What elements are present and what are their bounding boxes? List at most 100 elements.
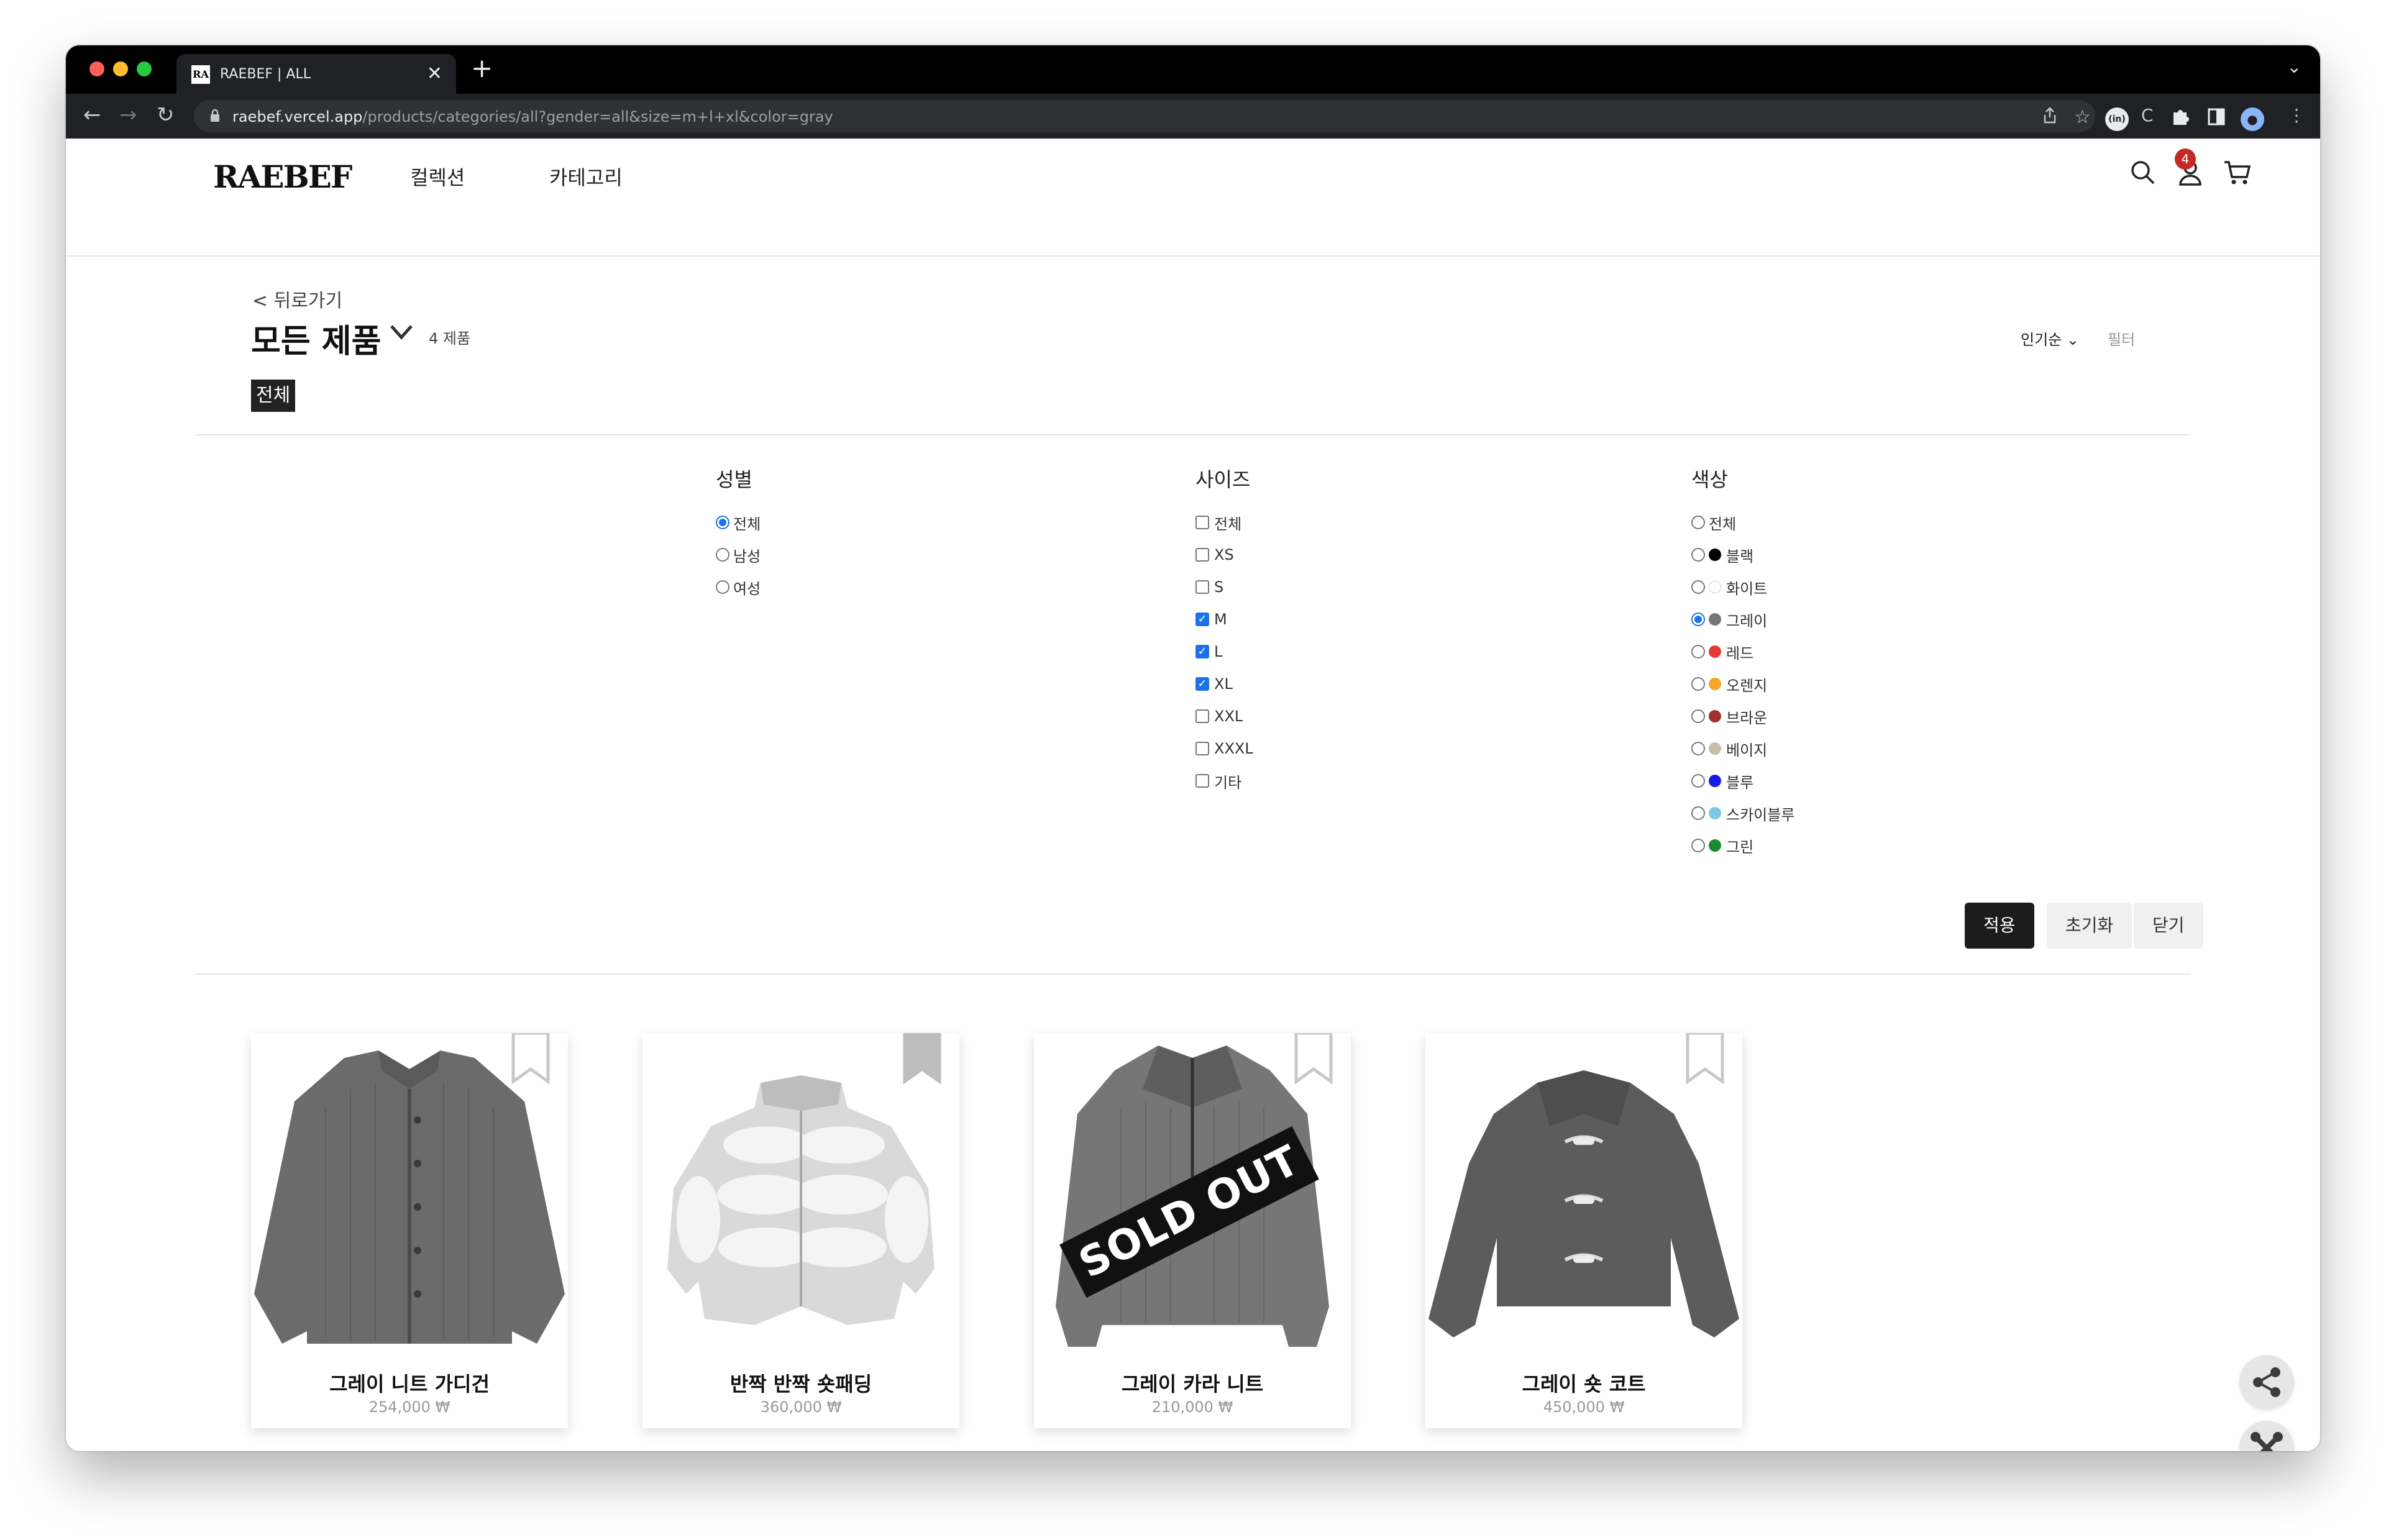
reset-button[interactable]: 초기화 xyxy=(2047,903,2132,949)
color-option[interactable]: 블루 xyxy=(1691,765,1794,797)
checkbox[interactable] xyxy=(1195,742,1209,755)
product-name[interactable]: 그레이 니트 가디건 xyxy=(251,1369,568,1397)
radio[interactable] xyxy=(1691,516,1705,529)
close-window-button[interactable] xyxy=(89,62,104,76)
radio[interactable] xyxy=(1691,677,1705,691)
product-card[interactable]: SOLD OUT 그레이 카라 니트 210,000 ₩ xyxy=(1034,1033,1351,1428)
logo[interactable]: RAEBEF xyxy=(213,158,352,195)
product-image[interactable]: SOLD OUT xyxy=(1034,1033,1351,1362)
size-option[interactable]: ✓ XL xyxy=(1195,668,1253,700)
radio[interactable] xyxy=(1691,645,1705,658)
chevron-down-icon[interactable] xyxy=(388,319,415,346)
size-option[interactable]: 기타 xyxy=(1195,765,1253,797)
radio[interactable] xyxy=(716,548,729,562)
product-image[interactable] xyxy=(251,1033,568,1362)
back-arrow-icon[interactable]: ← xyxy=(83,103,101,127)
radio[interactable] xyxy=(1691,839,1705,852)
color-option[interactable]: 전체 xyxy=(1691,506,1794,539)
checkbox[interactable] xyxy=(1195,580,1209,594)
reload-icon[interactable]: ↻ xyxy=(157,103,175,127)
bookmark-star-icon[interactable]: ☆ xyxy=(2074,106,2091,128)
share-page-icon[interactable] xyxy=(2041,106,2059,125)
checkbox[interactable] xyxy=(1195,516,1209,529)
gender-option[interactable]: 남성 xyxy=(716,539,761,571)
color-option[interactable]: 스카이블루 xyxy=(1691,797,1794,829)
size-option[interactable]: ✓ L xyxy=(1195,636,1253,668)
nav-collection[interactable]: 컬렉션 xyxy=(410,162,465,191)
size-option[interactable]: S xyxy=(1195,571,1253,603)
product-name[interactable]: 그레이 카라 니트 xyxy=(1034,1369,1351,1397)
checkbox[interactable] xyxy=(1195,774,1209,788)
side-panel-icon[interactable] xyxy=(2207,107,2226,126)
checkbox-checked[interactable]: ✓ xyxy=(1195,645,1209,658)
radio[interactable] xyxy=(1691,806,1705,820)
url-field[interactable]: raebef.vercel.app/products/categories/al… xyxy=(194,100,2095,132)
color-option[interactable]: 레드 xyxy=(1691,636,1794,668)
bookmark-icon[interactable] xyxy=(902,1033,942,1084)
product-image[interactable] xyxy=(642,1033,959,1362)
tab-close-icon[interactable]: ✕ xyxy=(427,63,442,84)
product-name[interactable]: 반짝 반짝 숏패딩 xyxy=(642,1369,959,1397)
size-option[interactable]: 전체 xyxy=(1195,506,1253,539)
favicon-icon: RA xyxy=(191,65,210,84)
category-chip-all[interactable]: 전체 xyxy=(251,380,296,412)
checkbox[interactable] xyxy=(1195,548,1209,562)
size-option[interactable]: XXXL xyxy=(1195,732,1253,765)
product-card[interactable]: 그레이 니트 가디건 254,000 ₩ xyxy=(251,1033,568,1428)
zoom-window-button[interactable] xyxy=(137,62,152,76)
color-option[interactable]: 브라운 xyxy=(1691,700,1794,732)
share-button[interactable] xyxy=(2239,1355,2294,1410)
new-tab-button[interactable]: + xyxy=(471,53,493,83)
tools-button[interactable] xyxy=(2239,1421,2294,1451)
gender-option-label: 남성 xyxy=(733,547,761,565)
tab-search-icon[interactable]: ⌄ xyxy=(2287,57,2301,77)
sort-dropdown[interactable]: 인기순 ⌄ xyxy=(2021,327,2079,349)
bookmark-icon[interactable] xyxy=(511,1033,551,1084)
back-link[interactable]: < 뒤로가기 xyxy=(252,285,342,312)
color-option[interactable]: 그린 xyxy=(1691,829,1794,862)
bookmark-icon[interactable] xyxy=(1685,1033,1725,1084)
extensions-puzzle-icon[interactable] xyxy=(2170,106,2191,127)
url-host: raebef.vercel.app xyxy=(232,108,363,125)
radio[interactable] xyxy=(1691,742,1705,755)
radio[interactable] xyxy=(1691,774,1705,788)
color-option[interactable]: 그레이 xyxy=(1691,603,1794,636)
close-filter-button[interactable]: 닫기 xyxy=(2134,903,2203,949)
browser-tab[interactable]: RA RAEBEF | ALL ✕ xyxy=(176,54,456,94)
radio-selected[interactable] xyxy=(716,516,729,529)
product-image[interactable] xyxy=(1425,1033,1742,1362)
radio[interactable] xyxy=(716,580,729,594)
color-option[interactable]: 블랙 xyxy=(1691,539,1794,571)
radio[interactable] xyxy=(1691,580,1705,594)
product-card[interactable]: 그레이 숏 코트 450,000 ₩ xyxy=(1425,1033,1742,1428)
profile-avatar[interactable]: ● xyxy=(2241,107,2264,131)
checkbox-checked[interactable]: ✓ xyxy=(1195,677,1209,691)
browser-menu-icon[interactable]: ⋮ xyxy=(2288,105,2305,125)
extension-icon[interactable]: (in) xyxy=(2105,107,2129,131)
size-option[interactable]: XXL xyxy=(1195,700,1253,732)
radio[interactable] xyxy=(1691,709,1705,723)
extension-c-icon[interactable]: C xyxy=(2141,105,2154,125)
size-option[interactable]: ✓ M xyxy=(1195,603,1253,636)
color-option[interactable]: 화이트 xyxy=(1691,571,1794,603)
size-option[interactable]: XS xyxy=(1195,539,1253,571)
filter-toggle[interactable]: 필터 xyxy=(2108,327,2135,349)
bookmark-icon[interactable] xyxy=(1294,1033,1333,1084)
search-icon[interactable] xyxy=(2128,157,2159,188)
color-swatch xyxy=(1709,613,1721,626)
gender-option[interactable]: 여성 xyxy=(716,571,761,603)
radio[interactable] xyxy=(1691,548,1705,562)
cart-icon[interactable] xyxy=(2222,157,2253,188)
color-option[interactable]: 오렌지 xyxy=(1691,668,1794,700)
product-name[interactable]: 그레이 숏 코트 xyxy=(1425,1369,1742,1397)
radio-selected[interactable] xyxy=(1691,613,1705,626)
product-card[interactable]: 반짝 반짝 숏패딩 360,000 ₩ xyxy=(642,1033,959,1428)
apply-button[interactable]: 적용 xyxy=(1965,903,2034,949)
checkbox-checked[interactable]: ✓ xyxy=(1195,613,1209,626)
nav-category[interactable]: 카테고리 xyxy=(549,162,623,191)
color-option[interactable]: 베이지 xyxy=(1691,732,1794,765)
checkbox[interactable] xyxy=(1195,709,1209,723)
forward-arrow-icon[interactable]: → xyxy=(119,103,137,127)
minimize-window-button[interactable] xyxy=(113,62,128,76)
gender-option[interactable]: 전체 xyxy=(716,506,761,539)
